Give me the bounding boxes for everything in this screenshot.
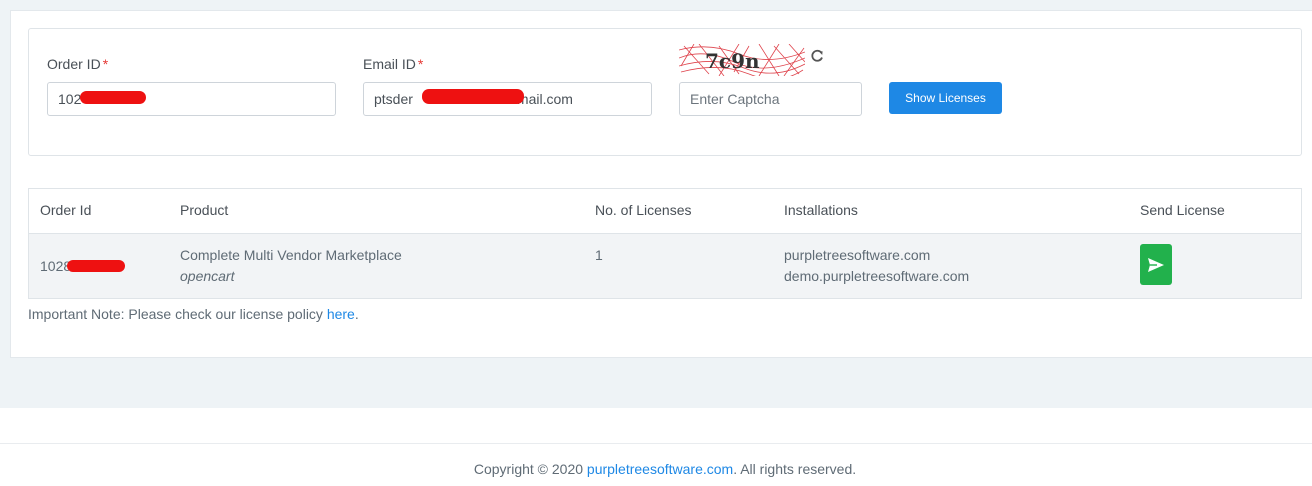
- redaction-mark: [80, 91, 146, 104]
- cell-product: Complete Multi Vendor Marketplace: [180, 247, 402, 263]
- send-icon: [1148, 257, 1164, 272]
- header-order-id: Order Id: [40, 202, 92, 218]
- captcha-input[interactable]: Enter Captcha: [679, 82, 862, 116]
- licenses-table: Order Id Product No. of Licenses Install…: [28, 188, 1302, 299]
- order-id-label: Order ID *: [47, 56, 109, 72]
- cell-platform: opencart: [180, 268, 235, 284]
- cell-licenses: 1: [595, 247, 603, 263]
- header-licenses: No. of Licenses: [595, 202, 692, 218]
- show-licenses-button[interactable]: Show Licenses: [889, 82, 1002, 114]
- refresh-captcha-icon[interactable]: [809, 48, 825, 64]
- send-license-button[interactable]: [1140, 244, 1172, 285]
- required-asterisk: *: [417, 56, 424, 72]
- header-product: Product: [180, 202, 229, 218]
- required-asterisk: *: [102, 56, 109, 72]
- footer-divider: [0, 443, 1312, 444]
- cell-installation-2: demo.purpletreesoftware.com: [784, 268, 970, 284]
- captcha-text: 7c9n: [705, 49, 760, 73]
- footer-site-link[interactable]: purpletreesoftware.com: [587, 461, 733, 477]
- important-note: Important Note: Please check our license…: [28, 306, 359, 322]
- footer: Copyright © 2020 purpletreesoftware.com.…: [473, 461, 857, 477]
- table-row: 1028 Complete Multi Vendor Marketplace o…: [29, 233, 1301, 298]
- redaction-mark: [422, 89, 524, 104]
- redaction-mark: [67, 260, 125, 272]
- captcha-image: 7c9n: [679, 44, 805, 76]
- cell-installation-1: purpletreesoftware.com: [784, 247, 931, 263]
- header-installations: Installations: [784, 202, 858, 218]
- header-send-license: Send License: [1140, 202, 1225, 218]
- email-id-label: Email ID *: [363, 56, 424, 72]
- license-policy-link[interactable]: here: [327, 306, 355, 322]
